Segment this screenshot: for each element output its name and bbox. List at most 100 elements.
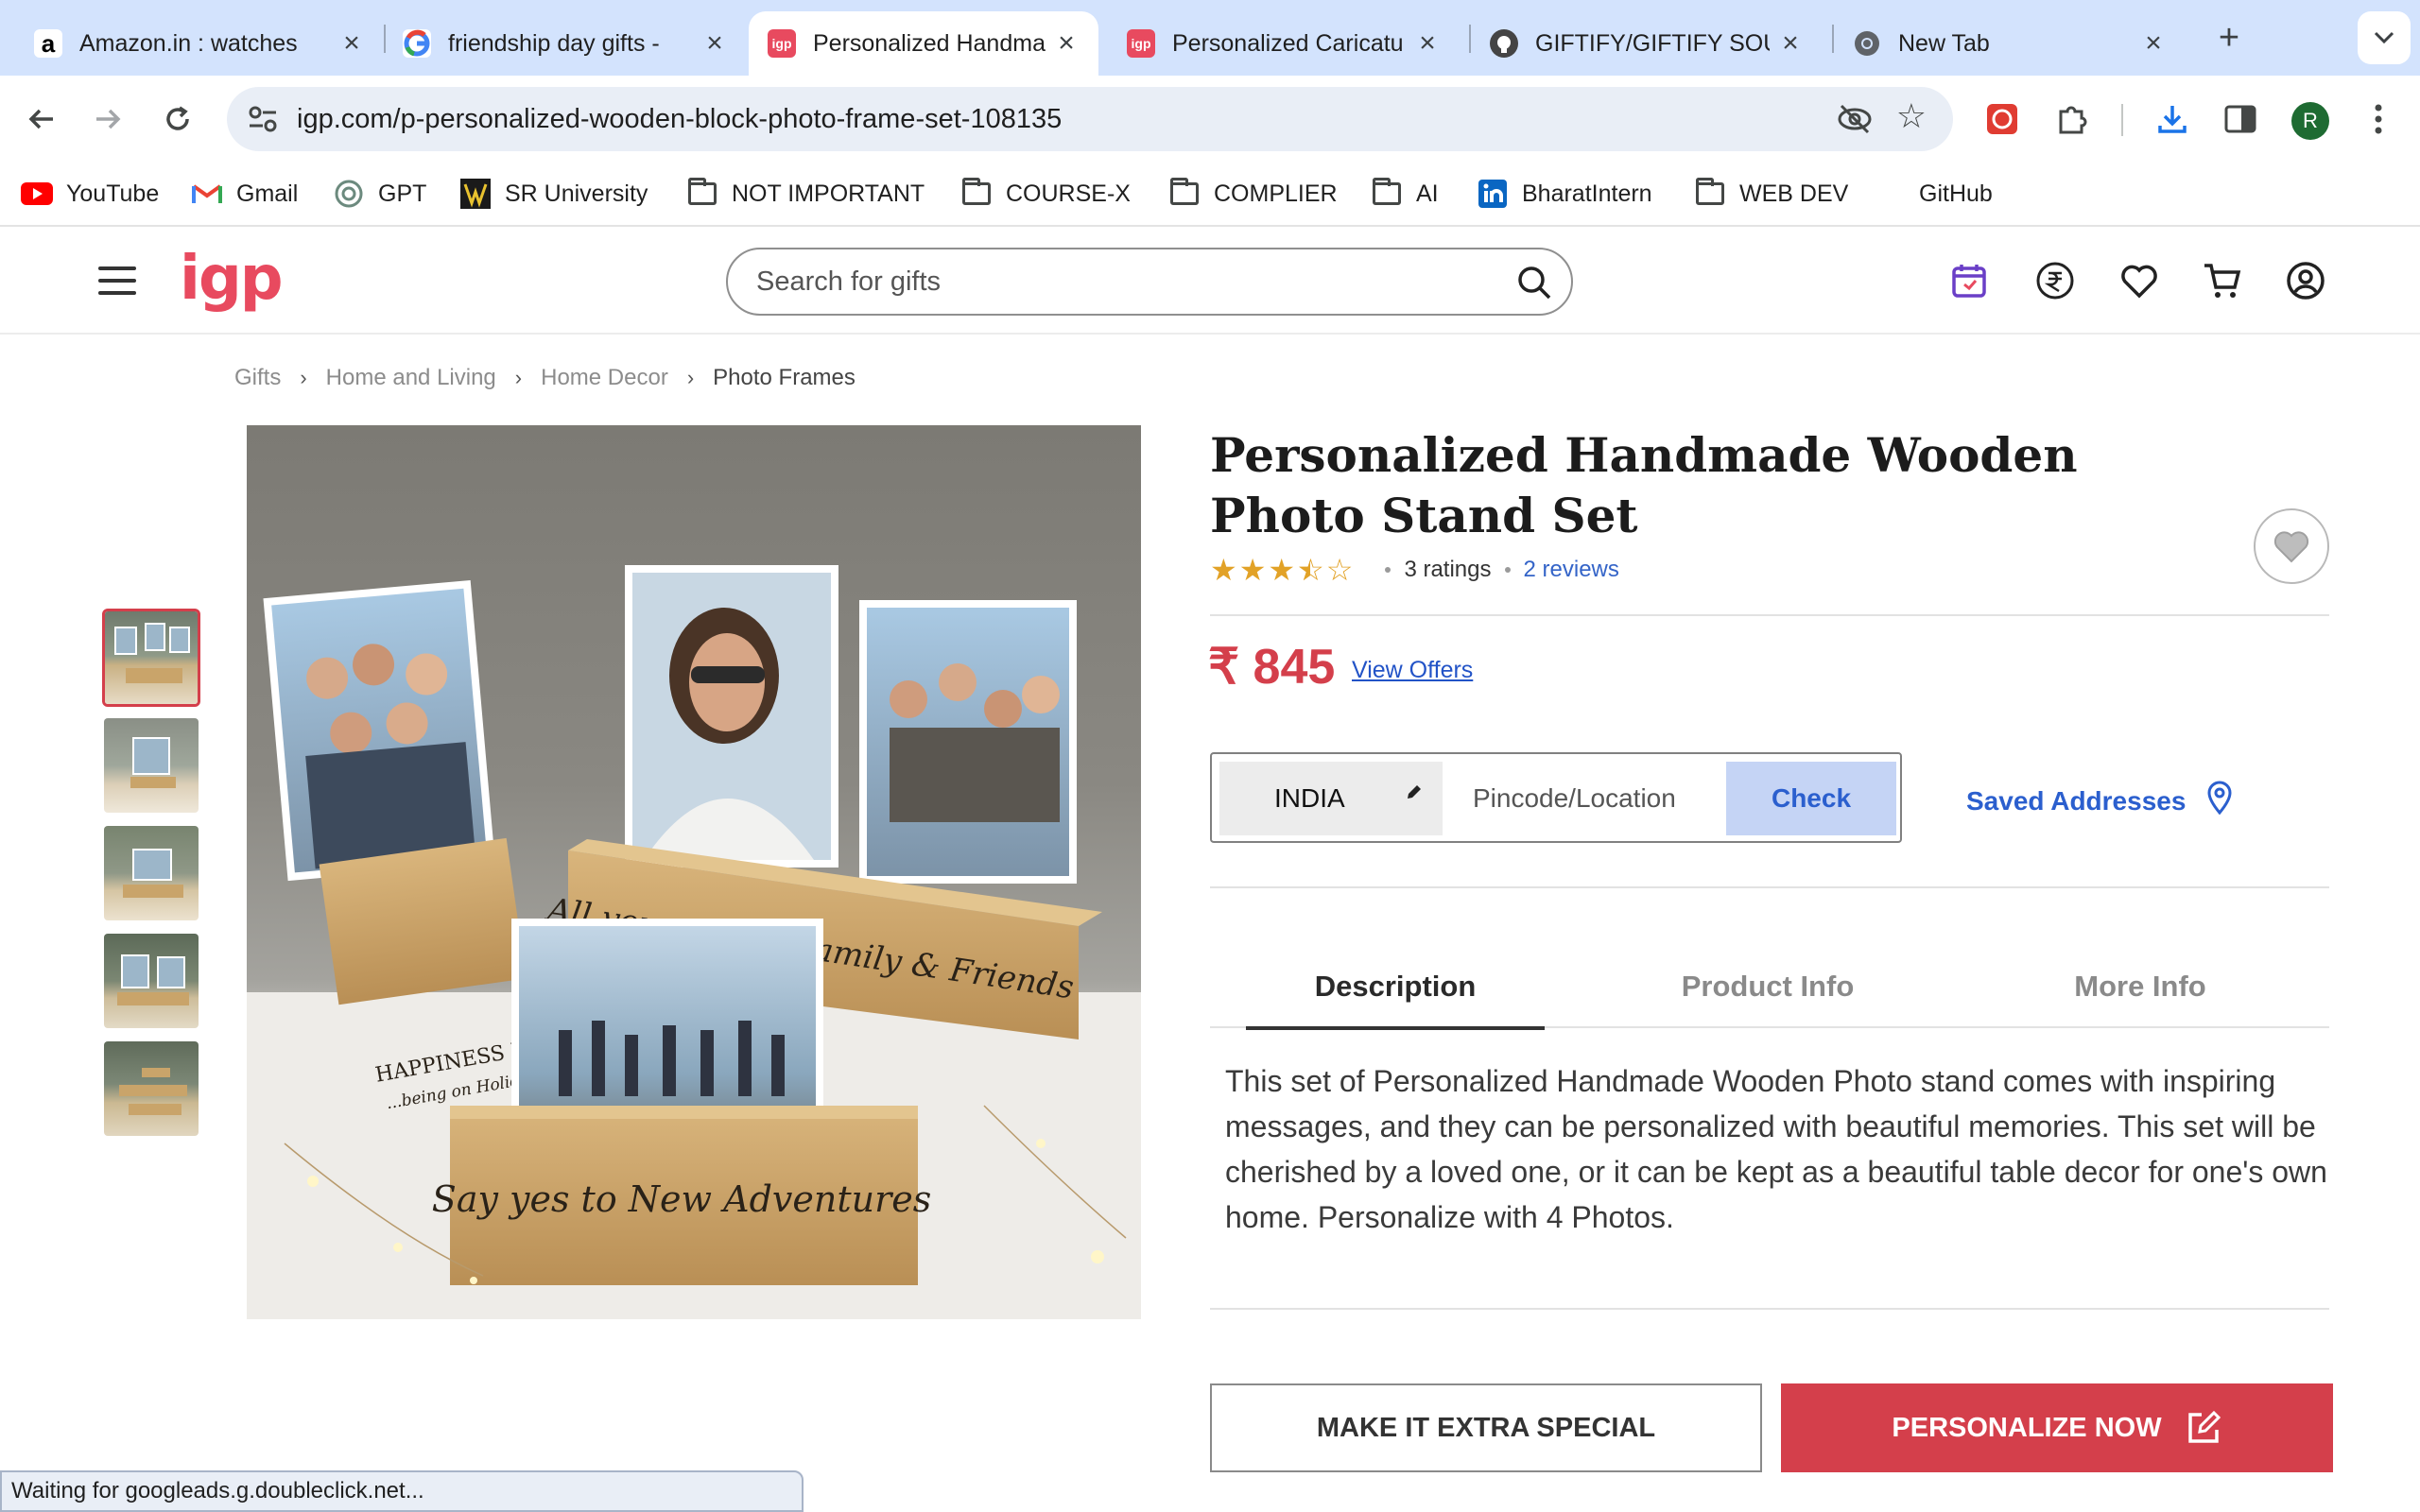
product-price: ₹ 845	[1208, 639, 1335, 696]
account-icon[interactable]	[2284, 259, 2327, 302]
star-full-icon: ★	[1210, 553, 1237, 587]
product-description: This set of Personalized Handmade Wooden…	[1225, 1064, 2327, 1234]
saved-addresses-link[interactable]: Saved Addresses	[1966, 781, 2233, 821]
bookmark-star-icon[interactable]: ☆	[1896, 96, 1927, 136]
igp-icon: igp	[1127, 29, 1155, 58]
close-tab-icon[interactable]: ×	[701, 27, 728, 60]
bookmark-youtube[interactable]: YouTube	[21, 163, 159, 225]
reload-icon[interactable]	[153, 94, 202, 144]
search-bar	[726, 248, 1573, 316]
folder-icon	[960, 178, 993, 210]
bookmark-bharatintern[interactable]: BharatIntern	[1477, 163, 1652, 225]
breadcrumb-current: Photo Frames	[713, 365, 856, 390]
new-tab-plus-icon[interactable]: +	[2210, 19, 2248, 57]
breadcrumb-link[interactable]: Home and Living	[326, 365, 496, 391]
igp-logo[interactable]: igp	[180, 244, 284, 314]
download-icon[interactable]	[2150, 96, 2195, 142]
folder-icon	[1168, 178, 1201, 210]
address-bar[interactable]: igp.com/p-personalized-wooden-block-phot…	[227, 87, 1953, 151]
star-full-icon: ★	[1238, 553, 1267, 587]
rating-row: ★ ★ ★ ☆ ★ ☆ 3 ratings 2 reviews	[1210, 554, 1619, 586]
rupee-currency-icon[interactable]	[2033, 259, 2077, 302]
product-thumbnail[interactable]	[102, 1040, 200, 1138]
amazon-icon: a	[34, 29, 62, 58]
bookmark-gmail[interactable]: Gmail	[191, 163, 298, 225]
close-tab-icon[interactable]: ×	[1053, 27, 1080, 60]
igp-icon: igp	[768, 29, 796, 58]
pincode-input[interactable]	[1460, 762, 1734, 835]
browser-tab[interactable]: friendship day gifts - ×	[384, 11, 747, 76]
bookmark-sr-university[interactable]: SR University	[459, 163, 648, 225]
breadcrumb-link[interactable]: Gifts	[234, 365, 281, 391]
tab-product-info[interactable]: Product Info	[1618, 962, 1917, 1028]
view-offers-link[interactable]: View Offers	[1352, 657, 1473, 684]
cart-icon[interactable]	[2201, 259, 2244, 302]
extensions-puzzle-icon[interactable]	[2049, 96, 2095, 142]
location-pin-icon	[2206, 781, 2233, 821]
forward-arrow-icon[interactable]	[83, 94, 132, 144]
bookmark-folder[interactable]: NOT IMPORTANT	[686, 163, 925, 225]
heart-icon	[2273, 531, 2309, 563]
product-title: Personalized Handmade Wooden Photo Stand…	[1210, 427, 2078, 543]
close-tab-icon[interactable]: ×	[2140, 27, 2167, 60]
close-tab-icon[interactable]: ×	[1414, 27, 1441, 60]
browser-tab[interactable]: New Tab ×	[1834, 11, 2186, 76]
bookmark-gpt[interactable]: GPT	[333, 163, 426, 225]
search-icon[interactable]	[1516, 265, 1552, 305]
country-selector[interactable]: INDIA	[1219, 762, 1443, 835]
eye-off-icon[interactable]	[1836, 102, 1874, 144]
sr-university-icon	[459, 178, 492, 210]
hamburger-menu-icon[interactable]	[98, 266, 136, 295]
browser-tab[interactable]: igp Personalized Caricatu ×	[1108, 11, 1460, 76]
star-full-icon: ★	[1268, 553, 1296, 587]
bookmark-folder[interactable]: COURSE-X	[960, 163, 1131, 225]
browser-tab-active[interactable]: igp Personalized Handma ×	[749, 11, 1098, 76]
product-main-image[interactable]: HAPPINESS IS ...being on Holiday All you…	[247, 425, 1141, 1319]
browser-tab[interactable]: a Amazon.in : watches ×	[15, 11, 384, 76]
browser-tab-strip: a Amazon.in : watches × friendship day g…	[0, 0, 2420, 76]
rupee-symbol: ₹	[1208, 640, 1240, 695]
bookmark-github[interactable]: GitHub	[1919, 163, 1993, 225]
extension-red-icon[interactable]	[1979, 96, 2025, 142]
site-settings-icon[interactable]	[246, 102, 280, 136]
back-arrow-icon[interactable]	[17, 94, 66, 144]
product-thumbnail[interactable]	[102, 824, 200, 922]
google-icon	[403, 29, 431, 58]
bookmark-folder[interactable]: WEB DEV	[1694, 163, 1848, 225]
linkedin-icon	[1477, 178, 1509, 210]
kebab-menu-icon[interactable]	[2356, 96, 2401, 142]
folder-icon	[1694, 178, 1726, 210]
check-button[interactable]: Check	[1726, 762, 1896, 835]
product-thumbnail[interactable]	[102, 932, 200, 1030]
wishlist-heart-icon[interactable]	[2118, 259, 2161, 302]
breadcrumb-link[interactable]: Home Decor	[541, 365, 668, 391]
folder-icon	[1371, 178, 1403, 210]
calendar-icon[interactable]	[1947, 259, 1991, 302]
wishlist-button[interactable]	[2254, 508, 2329, 584]
product-thumbnail[interactable]	[102, 609, 200, 707]
personalize-now-button[interactable]: PERSONALIZE NOW	[1781, 1383, 2333, 1472]
tab-search-chevron-icon[interactable]	[2358, 11, 2411, 64]
site-header: igp	[0, 227, 2420, 335]
edit-pencil-icon[interactable]	[1405, 782, 1424, 807]
product-thumbnail[interactable]	[102, 716, 200, 815]
make-it-extra-special-button[interactable]: MAKE IT EXTRA SPECIAL	[1210, 1383, 1762, 1472]
close-tab-icon[interactable]: ×	[338, 27, 365, 60]
star-half-icon: ☆ ★	[1297, 553, 1324, 587]
breadcrumb: Gifts › Home and Living › Home Decor › P…	[234, 365, 856, 391]
bookmarks-bar: YouTube Gmail GPT SR University NOT IMPO…	[0, 163, 2420, 227]
profile-avatar[interactable]: R	[2291, 102, 2329, 140]
reviews-link[interactable]: 2 reviews	[1524, 557, 1619, 583]
url-text[interactable]: igp.com/p-personalized-wooden-block-phot…	[297, 87, 1062, 151]
close-tab-icon[interactable]: ×	[1777, 27, 1804, 60]
price-value: 845	[1253, 640, 1336, 695]
side-panel-icon[interactable]	[2218, 96, 2263, 142]
edit-square-icon	[2185, 1409, 2222, 1447]
divider	[1210, 1308, 2329, 1310]
bookmark-folder[interactable]: COMPLIER	[1168, 163, 1338, 225]
search-input[interactable]	[756, 249, 1475, 314]
browser-tab[interactable]: GIFTIFY/GIFTIFY SOU ×	[1471, 11, 1823, 76]
tab-description[interactable]: Description	[1246, 962, 1545, 1030]
tab-more-info[interactable]: More Info	[1991, 962, 2290, 1028]
bookmark-folder[interactable]: AI	[1371, 163, 1439, 225]
